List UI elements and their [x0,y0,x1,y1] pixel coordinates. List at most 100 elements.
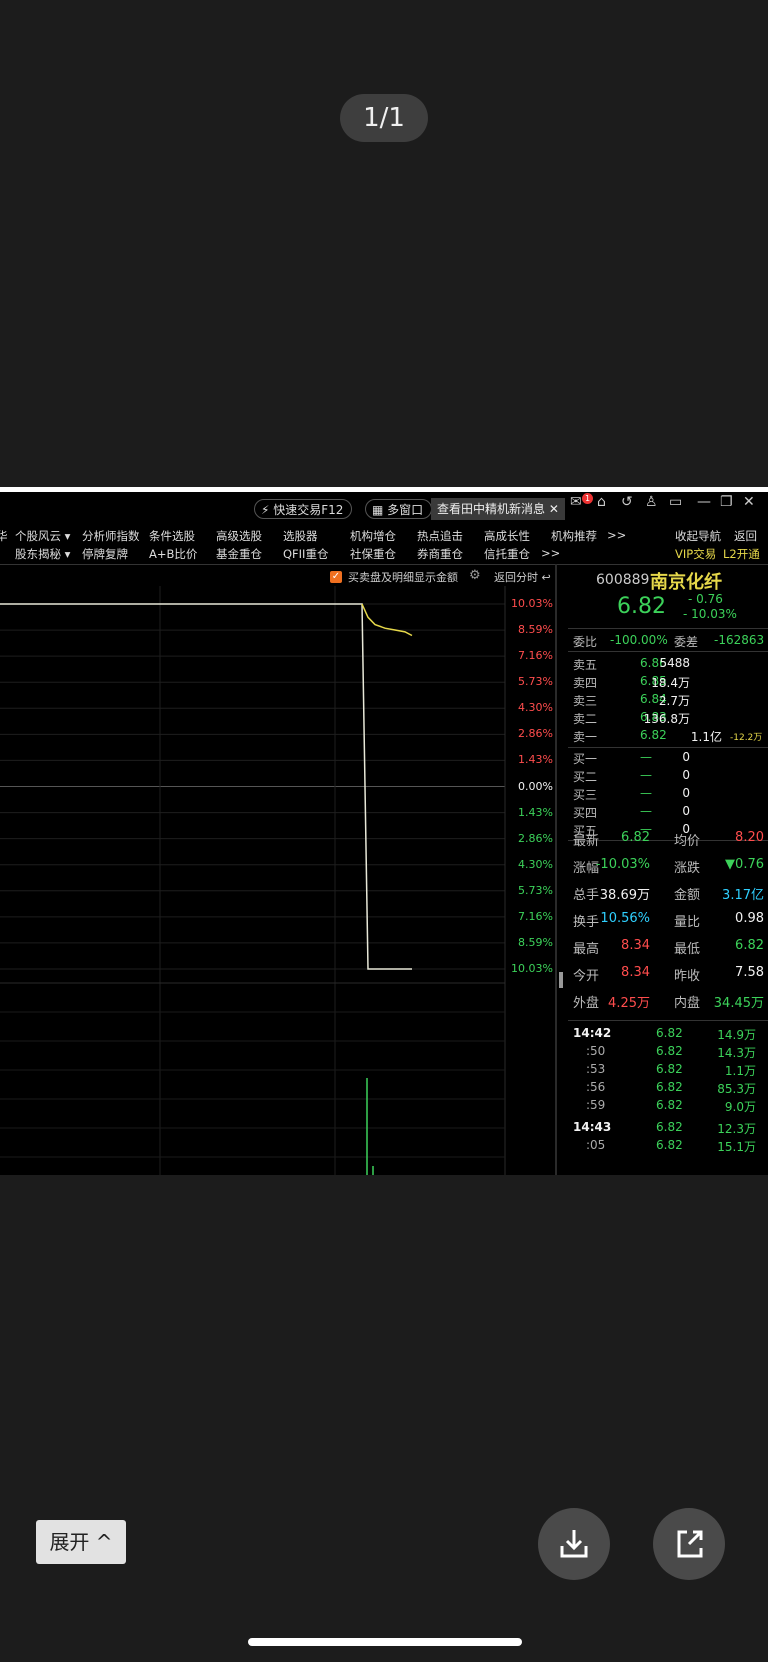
ask-row[interactable]: 卖一 6.82 1.1亿 -12.2万 [568,728,768,746]
menu-more[interactable]: >> [541,546,560,560]
stat-value: 7.58 [735,965,764,980]
stat-label: 今开 [573,969,600,984]
gear-icon[interactable]: ⚙ [469,568,481,583]
menu-item[interactable]: 分析师指数 [82,528,140,544]
bid-row[interactable]: 买二 — 0 [568,768,768,786]
stat-label: 涨跌 [674,861,701,876]
tick-row[interactable]: :05 6.82 15.1万 [568,1138,768,1156]
l2-open-button[interactable]: L2开通 [723,546,760,562]
stat-value: 34.45万 [713,996,764,1011]
level-label: 卖四 [573,676,598,690]
level-volume: 136.8万 [643,712,690,726]
tick-row[interactable]: :59 6.82 9.0万 [568,1098,768,1116]
pct-tick-label: 5.73% [518,883,553,897]
pct-tick-label: 0.00% [518,779,553,793]
level-label: 买三 [573,788,598,802]
bid-row[interactable]: 买一 — 0 [568,750,768,768]
stat-value: 6.82 [735,938,764,953]
return-icon: ↩ [541,571,551,584]
level-label: 卖一 [573,730,598,744]
restore-icon[interactable]: ❐ [720,494,733,510]
quick-trade-button[interactable]: ⚡ 快速交易F12 [254,499,353,519]
stat-value: 10.56% [600,911,650,926]
share-button[interactable] [653,1508,725,1580]
back-button[interactable]: 返回 [734,528,757,544]
back-to-intraday-label: 返回分时 [494,571,538,584]
weibi-value: -100.00% [610,633,668,647]
stat-value: 8.20 [735,830,764,845]
stock-price: 6.82 [617,594,666,619]
tick-row[interactable]: :53 6.82 1.1万 [568,1062,768,1080]
menu-item[interactable]: 高级选股 [216,528,262,544]
home-icon[interactable]: ⌂ [597,494,606,510]
level-label: 卖三 [573,694,598,708]
bid-row[interactable]: 买四 — 0 [568,804,768,822]
tick-volume: 1.1万 [724,1064,756,1078]
stat-label: 换手 [573,915,600,930]
tick-time: :05 [586,1138,606,1152]
home-indicator [248,1638,522,1646]
nav-collapse-button[interactable]: 收起导航 [675,528,721,544]
menu-item[interactable]: 机构推荐 [551,528,597,544]
minimize-icon[interactable]: — [697,494,711,510]
menu-item[interactable]: 机构增仓 [350,528,396,544]
menu-item-cut[interactable]: 华 [0,528,8,544]
tick-volume: 14.3万 [717,1046,756,1060]
level-volume: 18.4万 [651,676,690,690]
menu-item[interactable]: 选股器 [283,528,318,544]
bid-row[interactable]: 买三 — 0 [568,786,768,804]
stat-label: 昨收 [674,969,701,984]
stat-label: 均价 [674,834,701,849]
stat-row: 总手 38.69万 金额 3.17亿 [568,884,768,904]
lightning-icon: ⚡ [261,503,270,517]
level-volume: 2.7万 [658,694,690,708]
shirt-icon[interactable]: ♙ [645,494,658,510]
tick-time: :59 [586,1098,606,1112]
window-icon[interactable]: ▭ [669,494,682,510]
tick-row[interactable]: 14:43 6.82 12.3万 [568,1120,768,1138]
mail-icon[interactable]: ✉ [570,494,582,510]
menu-item[interactable]: 高成长性 [484,528,530,544]
menu-item[interactable]: 个股风云 ▾ [15,528,70,544]
close-window-icon[interactable]: ✕ [743,494,755,510]
menu-more[interactable]: >> [607,528,626,542]
news-tab[interactable]: 查看田中精机新消息 ✕ [431,498,565,520]
tick-row[interactable]: 14:42 6.82 14.9万 [568,1026,768,1044]
tick-price: 6.82 [656,1044,683,1058]
menu-item[interactable]: 股东揭秘 ▾ [15,546,70,562]
divider [568,651,768,652]
expand-button[interactable]: 展开 ^ [36,1520,126,1564]
menu-item[interactable]: QFII重仓 [283,546,328,562]
menu-item[interactable]: A+B比价 [149,546,197,562]
menu-item[interactable]: 停牌复牌 [82,546,128,562]
vip-trade-button[interactable]: VIP交易 [675,546,716,562]
amount-checkbox[interactable]: ✓ [330,571,342,583]
tick-row[interactable]: :56 6.82 85.3万 [568,1080,768,1098]
tick-row[interactable]: :50 6.82 14.3万 [568,1044,768,1062]
menu-item[interactable]: 社保重仓 [350,546,396,562]
stat-value: -10.03% [595,857,650,872]
tick-price: 6.82 [656,1138,683,1152]
menu-item[interactable]: 热点追击 [417,528,463,544]
divider [568,628,768,629]
tick-volume: 9.0万 [724,1100,756,1114]
panel-handle[interactable] [559,972,563,988]
level-label: 卖五 [573,658,598,672]
level-volume: 5488 [659,656,690,670]
menu-item[interactable]: 基金重仓 [216,546,262,562]
tick-volume: 14.9万 [717,1028,756,1042]
undo-icon[interactable]: ↺ [621,494,633,510]
back-to-intraday-button[interactable]: 返回分时 ↩ [494,569,551,585]
ask-row[interactable]: 卖四 6.85 18.4万 [568,674,768,692]
close-icon[interactable]: ✕ [549,502,559,516]
ask-row[interactable]: 卖五 6.86 5488 [568,656,768,674]
ask-row[interactable]: 卖三 6.84 2.7万 [568,692,768,710]
level-price: — [640,750,652,764]
menu-item[interactable]: 条件选股 [149,528,195,544]
pct-tick-label: 2.86% [518,831,553,845]
download-button[interactable] [538,1508,610,1580]
menu-item[interactable]: 券商重仓 [417,546,463,562]
menu-item[interactable]: 信托重仓 [484,546,530,562]
ask-row[interactable]: 卖二 6.83 136.8万 [568,710,768,728]
multi-window-button[interactable]: ▦ 多窗口 [365,499,433,519]
